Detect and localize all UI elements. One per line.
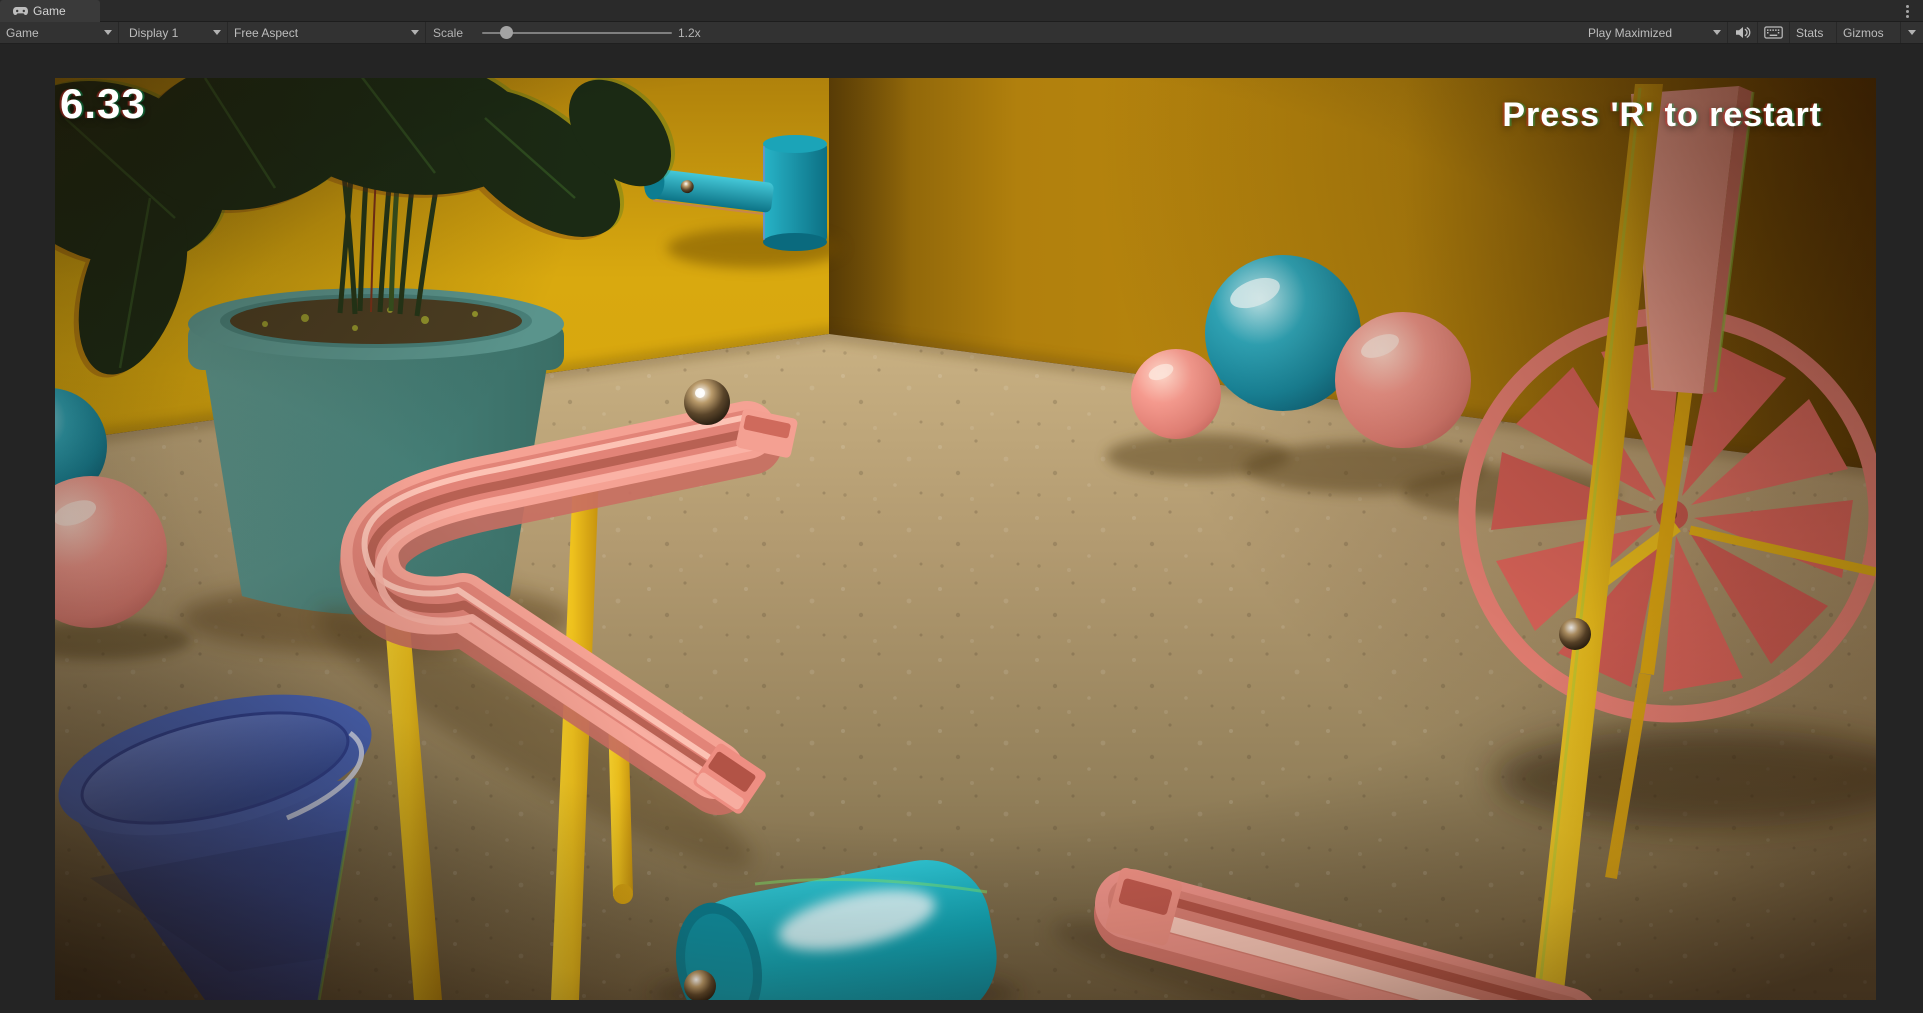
chevron-down-icon <box>1908 30 1916 35</box>
vignette-overlay <box>55 78 1876 1000</box>
mute-audio-button[interactable] <box>1728 22 1758 43</box>
scale-value: 1.2x <box>678 22 701 43</box>
tab-bar: Game <box>0 0 1923 22</box>
chevron-down-icon <box>1713 30 1721 35</box>
gizmos-dropdown-arrow[interactable] <box>1901 22 1923 43</box>
aspect-ratio-dropdown[interactable]: Free Aspect <box>228 22 426 43</box>
play-maximized-dropdown[interactable]: Play Maximized <box>1582 22 1728 43</box>
stats-toggle-button[interactable]: Stats <box>1790 22 1837 43</box>
game-view-toolbar: Game Display 1 Free Aspect Scale 1.2x Pl… <box>0 22 1923 44</box>
scale-label: Scale <box>433 22 463 43</box>
kebab-menu-icon[interactable] <box>1899 3 1915 19</box>
display-dropdown[interactable]: Display 1 <box>119 22 228 43</box>
hud-restart-hint: Press 'R' to restart <box>1502 96 1822 135</box>
game-scene <box>55 78 1876 1000</box>
unity-game-window: Game Game Display 1 Free Aspect Scale 1.… <box>0 0 1923 1013</box>
scale-slider-handle[interactable] <box>500 26 513 39</box>
chevron-down-icon <box>213 30 221 35</box>
tab-label: Game <box>33 4 66 18</box>
hud-timer: 6.33 <box>60 80 146 128</box>
chevron-down-icon <box>411 30 419 35</box>
gamepad-icon <box>13 5 28 17</box>
tab-game[interactable]: Game <box>0 0 100 22</box>
gizmos-dropdown[interactable]: Gizmos <box>1837 22 1901 43</box>
view-mode-dropdown[interactable]: Game <box>0 22 119 43</box>
keyboard-icon <box>1764 26 1783 39</box>
game-viewport[interactable]: 6.33 Press 'R' to restart <box>55 78 1876 1000</box>
chevron-down-icon <box>104 30 112 35</box>
speaker-icon <box>1735 26 1751 39</box>
keyboard-shortcuts-button[interactable] <box>1758 22 1790 43</box>
